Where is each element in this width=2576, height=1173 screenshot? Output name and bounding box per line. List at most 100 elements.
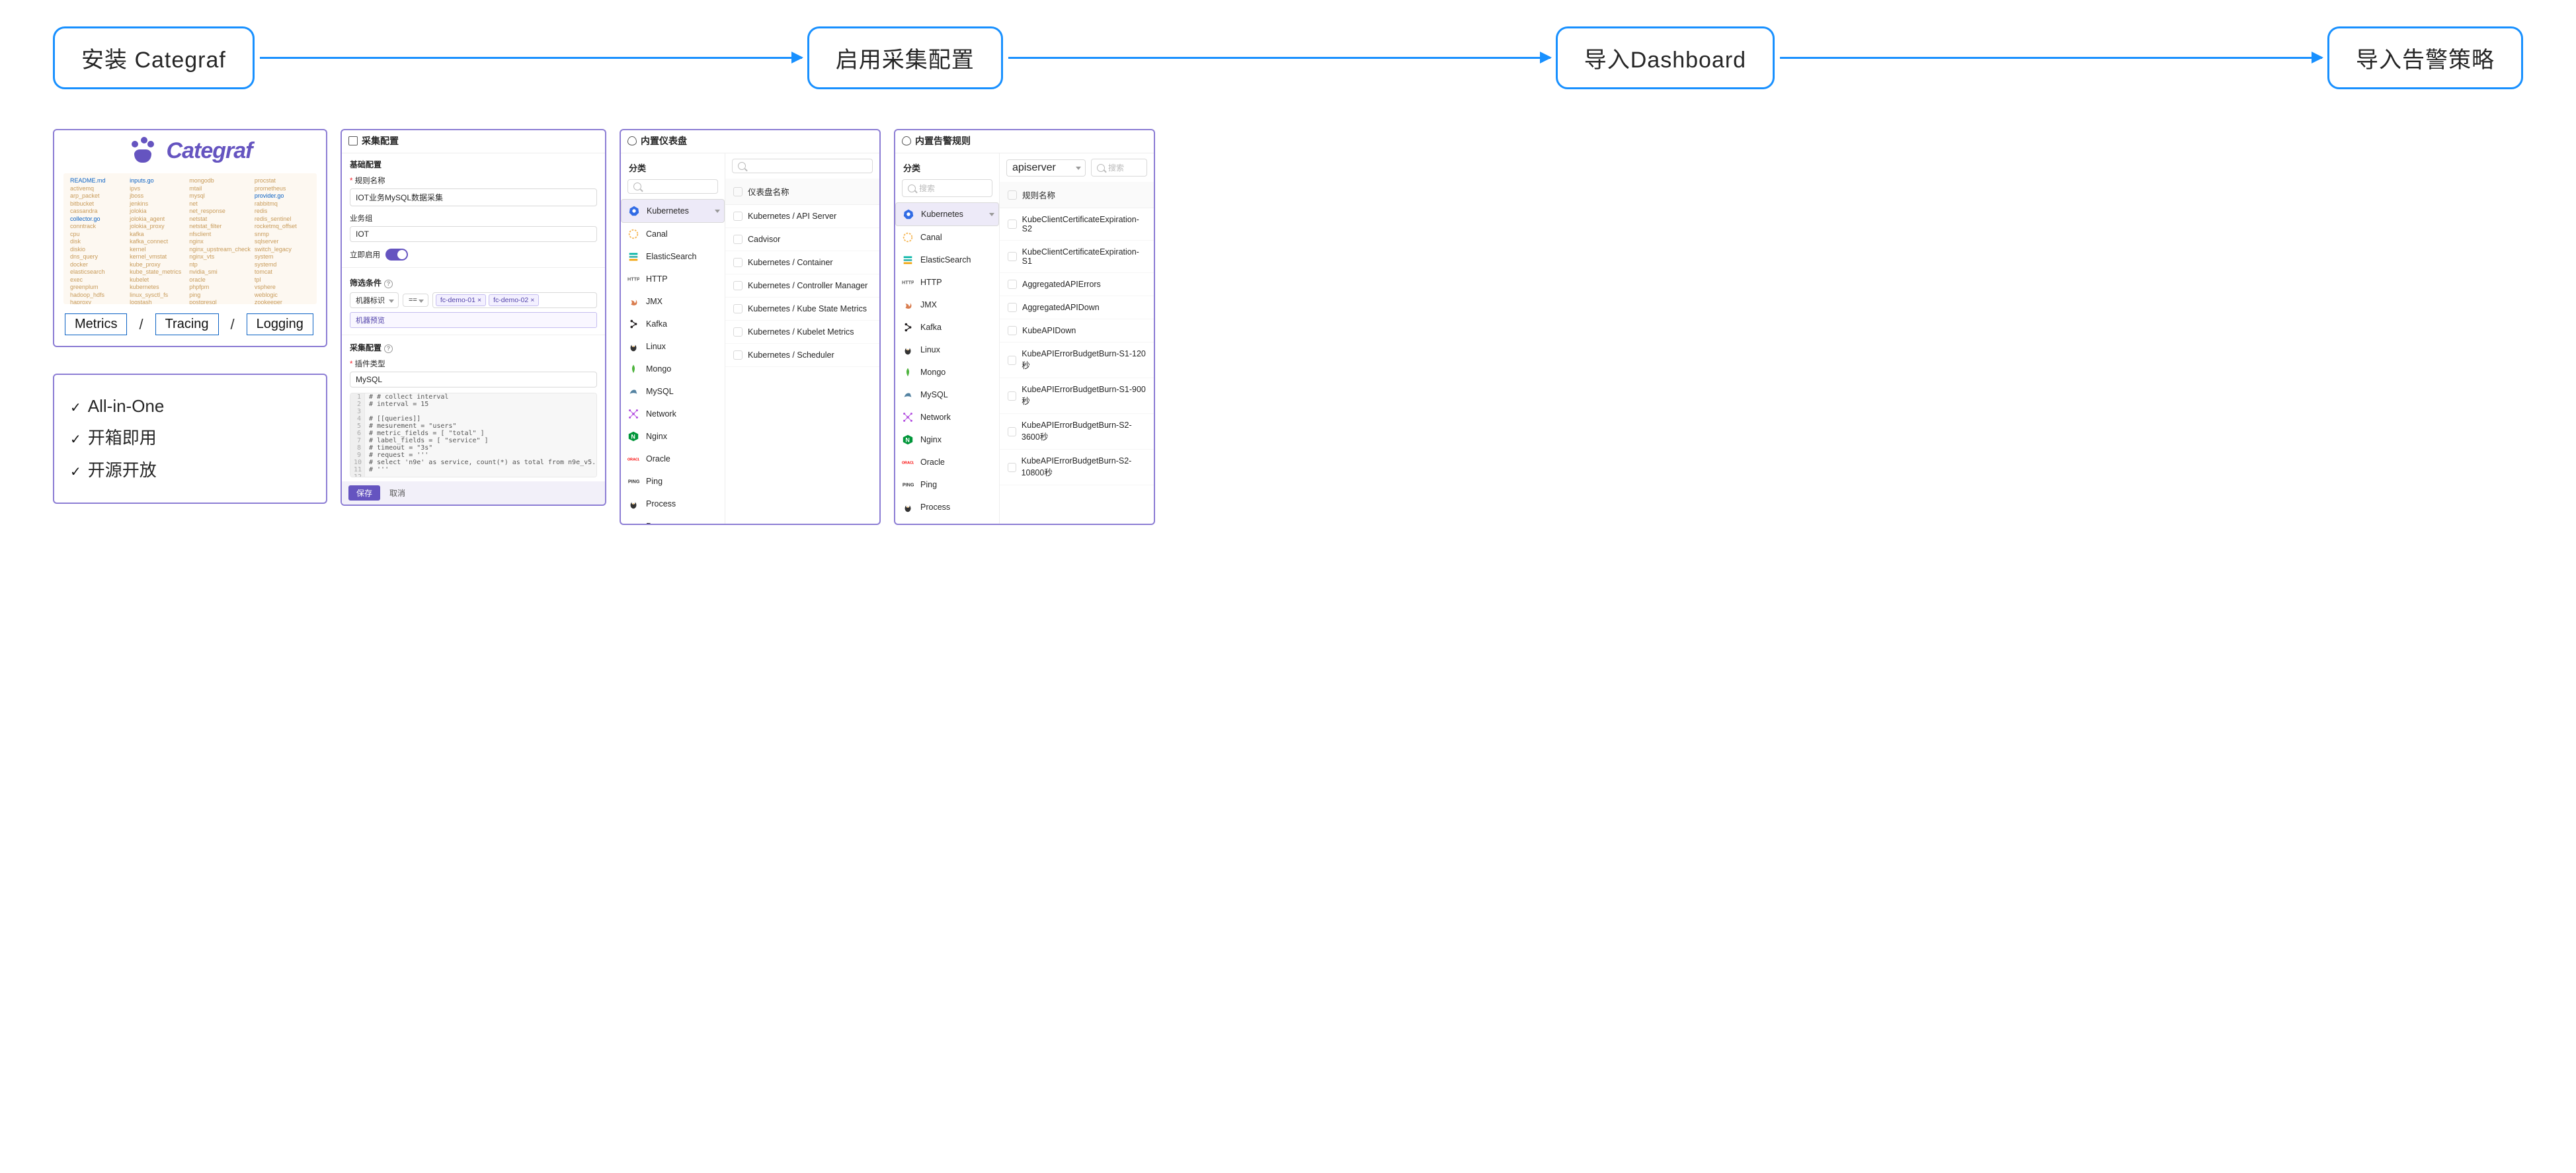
table-row[interactable]: KubeAPIErrorBudgetBurn-S1-900秒 [1000,378,1154,414]
category-item-ping[interactable]: PINGPing [621,470,725,493]
plugin-item: nfsclient [189,231,251,239]
table-row[interactable]: KubeClientCertificateExpiration-S1 [1000,241,1154,273]
rule-name-input[interactable]: IOT业务MySQL数据采集 [350,188,597,206]
category-item-mongo[interactable]: Mongo [621,358,725,380]
plugin-item: logstash [130,299,185,304]
filter-field-select[interactable]: 机器标识 [350,292,399,308]
category-item-linux[interactable]: Linux [895,339,999,361]
row-checkbox[interactable] [1008,463,1016,472]
filter-tag[interactable]: fc-demo-02× [489,294,539,306]
category-item-kubernetes[interactable]: Kubernetes [895,202,999,226]
row-label: Cadvisor [748,235,780,244]
category-search[interactable]: 搜索 [902,179,992,197]
biz-input[interactable]: IOT [350,226,597,242]
row-checkbox[interactable] [1008,220,1017,229]
row-checkbox[interactable] [1008,303,1017,312]
table-row[interactable]: KubeAPIErrorBudgetBurn-S1-120秒 [1000,343,1154,378]
table-row[interactable]: Kubernetes / Controller Manager [725,274,879,298]
table-row[interactable]: Kubernetes / API Server [725,205,879,228]
category-search[interactable] [627,179,718,194]
select-all-checkbox[interactable] [1008,190,1017,200]
category-item-network[interactable]: Network [621,403,725,425]
row-checkbox[interactable] [733,327,743,337]
table-row[interactable]: KubeClientCertificateExpiration-S2 [1000,208,1154,241]
logo-text: Categraf [167,138,253,164]
table-row[interactable]: KubeAPIErrorBudgetBurn-S2-3600秒 [1000,414,1154,450]
plugin-item: nvidia_smi [189,268,251,276]
category-item-network[interactable]: Network [895,406,999,428]
plugin-item: mysql [189,192,251,200]
category-item-processes[interactable]: Processes [895,518,999,524]
category-item-kafka[interactable]: Kafka [621,313,725,335]
row-checkbox[interactable] [733,350,743,360]
category-item-jmx[interactable]: JMX [895,294,999,316]
row-checkbox[interactable] [733,281,743,290]
row-checkbox[interactable] [1008,326,1017,335]
category-item-nginx[interactable]: NNginx [895,428,999,451]
filter-op-select[interactable]: == [403,294,428,307]
filter-tag[interactable]: fc-demo-01× [436,294,486,306]
plugin-item: tomcat [255,268,310,276]
table-row[interactable]: Cadvisor [725,228,879,251]
plugin-item: systemd [255,261,310,269]
row-checkbox[interactable] [733,258,743,267]
config-editor[interactable]: 1# # collect interval2# interval = 1534#… [350,393,597,477]
category-item-kubernetes[interactable]: Kubernetes [621,199,725,223]
category-item-process[interactable]: Process [621,493,725,515]
pillar-metrics: Metrics [65,313,127,335]
row-checkbox[interactable] [1008,391,1016,401]
category-item-elasticsearch[interactable]: ElasticSearch [621,245,725,268]
select-all-checkbox[interactable] [733,187,743,196]
table-row[interactable]: AggregatedAPIDown [1000,296,1154,319]
category-item-oracle[interactable]: ORACLEOracle [895,451,999,473]
rule-scope-select[interactable]: apiserver [1006,159,1086,177]
category-item-http[interactable]: HTTPHTTP [895,271,999,294]
row-label: KubeAPIDown [1022,326,1076,335]
category-item-http[interactable]: HTTPHTTP [621,268,725,290]
category-item-canal[interactable]: Canal [621,223,725,245]
row-checkbox[interactable] [733,235,743,244]
info-icon[interactable]: ? [384,344,393,353]
table-row[interactable]: Kubernetes / Container [725,251,879,274]
net-icon [902,411,914,423]
table-row[interactable]: Kubernetes / Scheduler [725,344,879,367]
table-row[interactable]: KubeAPIDown [1000,319,1154,343]
category-item-processes[interactable]: Processes [621,515,725,524]
category-item-nginx[interactable]: NNginx [621,425,725,448]
enable-switch[interactable] [385,249,408,261]
row-checkbox[interactable] [1008,252,1017,261]
preview-button[interactable]: 机器预览 [350,312,597,328]
row-checkbox[interactable] [733,212,743,221]
table-row[interactable]: Kubernetes / Kubelet Metrics [725,321,879,344]
category-item-oracle[interactable]: ORACLEOracle [621,448,725,470]
save-button[interactable]: 保存 [348,485,380,501]
table-row[interactable]: Kubernetes / Kube State Metrics [725,298,879,321]
category-item-process[interactable]: Process [895,496,999,518]
dashboard-search[interactable] [732,159,873,173]
category-item-mysql[interactable]: MySQL [895,384,999,406]
row-checkbox[interactable] [1008,356,1016,365]
category-item-elasticsearch[interactable]: ElasticSearch [895,249,999,271]
step-1: 安装 Categraf [53,26,255,89]
alert-search[interactable]: 搜索 [1091,159,1147,177]
panels-row: Categraf README.mdinputs.gomongodbprocst… [53,129,2523,525]
category-item-linux[interactable]: Linux [621,335,725,358]
row-checkbox[interactable] [1008,280,1017,289]
category-label: HTTP [920,278,942,287]
table-row[interactable]: KubeAPIErrorBudgetBurn-S2-10800秒 [1000,450,1154,485]
category-item-canal[interactable]: Canal [895,226,999,249]
info-icon[interactable]: ? [384,280,393,288]
category-item-kafka[interactable]: Kafka [895,316,999,339]
table-row[interactable]: AggregatedAPIErrors [1000,273,1154,296]
category-item-mongo[interactable]: Mongo [895,361,999,384]
row-checkbox[interactable] [1008,427,1016,436]
kafka-icon [627,318,639,330]
category-item-ping[interactable]: PINGPing [895,473,999,496]
cancel-button[interactable]: 取消 [387,485,408,501]
category-label: Network [646,409,676,419]
category-item-jmx[interactable]: JMX [621,290,725,313]
plugin-type-input[interactable]: MySQL [350,372,597,387]
category-item-mysql[interactable]: MySQL [621,380,725,403]
row-checkbox[interactable] [733,304,743,313]
search-icon [908,184,916,192]
